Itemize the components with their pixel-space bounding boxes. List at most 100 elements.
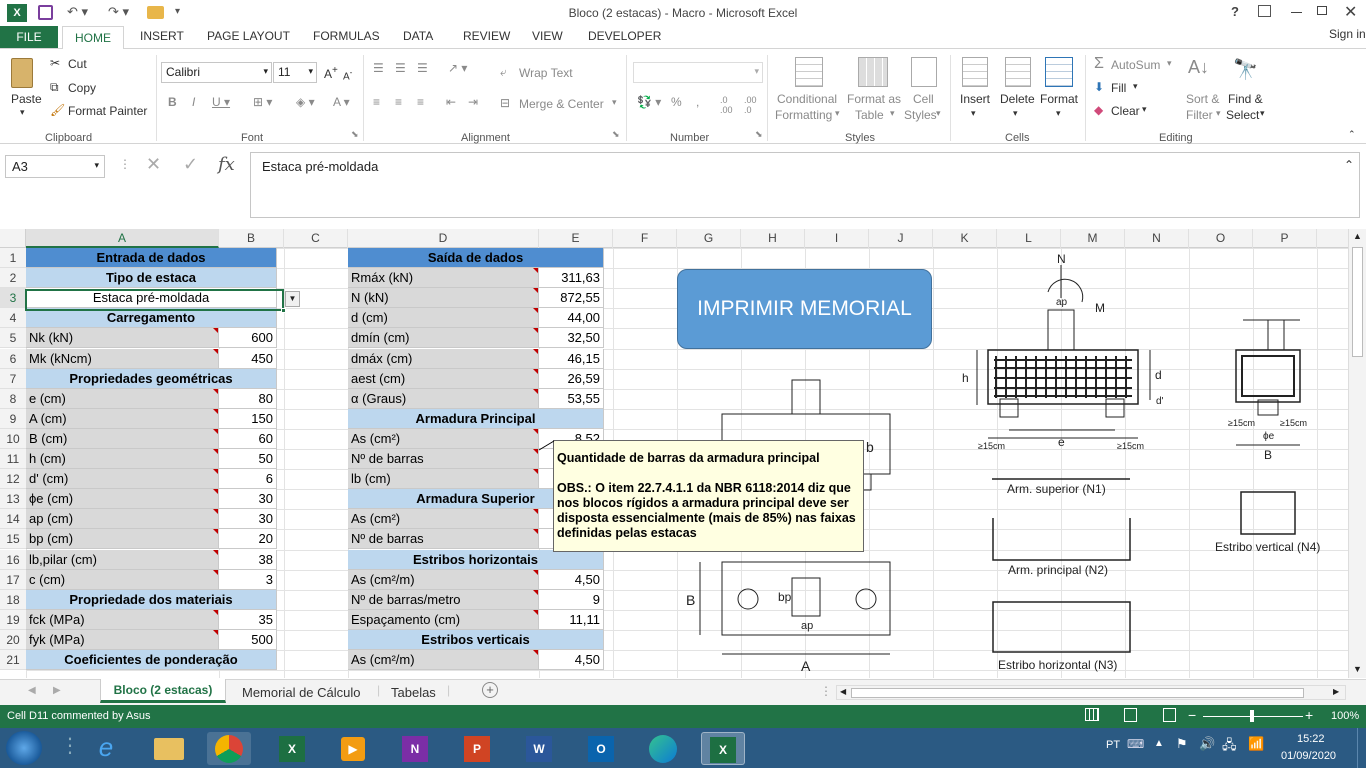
row-header-13[interactable]: 13 (0, 489, 26, 509)
row-header-16[interactable]: 16 (0, 550, 26, 570)
row-header-8[interactable]: 8 (0, 389, 26, 409)
format-as-table-dropdown-icon[interactable]: ▾ (890, 108, 895, 119)
right-label-17[interactable]: Nº de barras/metro (348, 590, 539, 610)
right-label-5[interactable]: dmáx (cm) (348, 349, 539, 369)
find-dropdown-icon[interactable]: ▾ (1260, 108, 1265, 119)
scroll-right-icon[interactable]: ▶ (1333, 687, 1339, 696)
format-painter-icon[interactable]: 🖌 (50, 103, 65, 117)
left-label-10[interactable]: h (cm) (26, 449, 219, 469)
decrease-font-icon[interactable]: A- (343, 67, 352, 82)
edge-icon[interactable] (641, 732, 685, 765)
row-header-2[interactable]: 2 (0, 268, 26, 288)
scroll-left-icon[interactable]: ◀ (840, 687, 846, 696)
comment-indicator-icon[interactable] (533, 389, 538, 394)
add-sheet-icon[interactable]: + (482, 682, 498, 698)
row-header-20[interactable]: 20 (0, 630, 26, 650)
increase-indent-icon[interactable]: ⇥ (468, 95, 478, 109)
accounting-format-icon[interactable]: 💱 ▾ (637, 95, 661, 109)
paste-dropdown-icon[interactable]: ▾ (20, 107, 25, 118)
insert-function-icon[interactable]: fx (218, 154, 235, 175)
right-value-18[interactable]: 11,11 (539, 610, 604, 630)
comment-indicator-icon[interactable] (533, 529, 538, 534)
find-select-label2[interactable]: Select (1226, 108, 1259, 122)
insert-cells-icon[interactable] (962, 57, 988, 87)
left-value-13[interactable]: 30 (219, 509, 277, 529)
row-header-1[interactable]: 1 (0, 248, 26, 268)
row-header-15[interactable]: 15 (0, 529, 26, 549)
ie-icon[interactable]: e (84, 732, 128, 765)
underline-icon[interactable]: U ▾ (212, 95, 230, 109)
show-hidden-icons[interactable]: ▲ (1154, 738, 1164, 749)
comment-indicator-icon[interactable] (213, 409, 218, 414)
right-value-1[interactable]: 311,63 (539, 268, 604, 288)
copy-button[interactable]: Copy (68, 81, 96, 95)
right-label-18[interactable]: Espaçamento (cm) (348, 610, 539, 630)
left-label-7[interactable]: e (cm) (26, 389, 219, 409)
page-layout-view-icon[interactable] (1124, 708, 1137, 722)
middle-align-icon[interactable]: ☰ (395, 61, 406, 75)
wrap-text-icon[interactable]: ⤶ (500, 65, 507, 80)
signal-icon[interactable]: 📶 (1248, 736, 1264, 752)
left-value-12[interactable]: 30 (219, 489, 277, 509)
file-explorer-icon[interactable] (147, 732, 191, 765)
tab-review[interactable]: REVIEW (463, 29, 510, 43)
row-header-18[interactable]: 18 (0, 590, 26, 610)
comment-indicator-icon[interactable] (533, 349, 538, 354)
cell-styles-dropdown-icon[interactable]: ▾ (936, 108, 941, 119)
right-header-0[interactable]: Saída de dados (348, 248, 604, 268)
comment-indicator-icon[interactable] (533, 328, 538, 333)
left-value-18[interactable]: 35 (219, 610, 277, 630)
conditional-formatting-icon[interactable] (795, 57, 823, 87)
comment-indicator-icon[interactable] (533, 570, 538, 575)
horizontal-scroll-thumb[interactable] (851, 688, 1304, 698)
row-header-17[interactable]: 17 (0, 570, 26, 590)
comment-indicator-icon[interactable] (213, 529, 218, 534)
find-select-button[interactable]: Find & (1228, 92, 1263, 106)
tab-file[interactable]: FILE (0, 26, 58, 48)
format-painter-button[interactable]: Format Painter (68, 104, 147, 118)
left-label-5[interactable]: Mk (kNcm) (26, 349, 219, 369)
left-label-12[interactable]: ϕe (cm) (26, 489, 219, 509)
left-section-6[interactable]: Propriedades geométricas (26, 369, 277, 389)
format-as-table-label2[interactable]: Table (855, 108, 884, 122)
right-label-7[interactable]: α (Graus) (348, 389, 539, 409)
column-header-g[interactable]: G (677, 229, 741, 248)
collapse-ribbon-icon[interactable]: ⌃ (1348, 129, 1356, 140)
tab-insert[interactable]: INSERT (140, 29, 184, 43)
volume-icon[interactable]: 🔊 (1199, 736, 1215, 752)
font-dialog-icon[interactable]: ⬊ (351, 129, 359, 140)
conditional-formatting-button[interactable]: Conditional (777, 92, 837, 106)
tab-formulas[interactable]: FORMULAS (313, 29, 380, 43)
tab-data[interactable]: DATA (403, 29, 433, 43)
column-header-k[interactable]: K (933, 229, 997, 248)
number-format-box[interactable]: ▾ (633, 62, 763, 83)
right-value-5[interactable]: 46,15 (539, 349, 604, 369)
column-header-e[interactable]: E (539, 229, 613, 248)
italic-icon[interactable]: I (192, 95, 195, 109)
wrap-text-button[interactable]: Wrap Text (519, 66, 573, 80)
align-left-icon[interactable]: ≡ (373, 95, 380, 109)
row-header-6[interactable]: 6 (0, 349, 26, 369)
autosum-button[interactable]: AutoSum (1111, 58, 1160, 72)
merge-dropdown-icon[interactable]: ▾ (612, 97, 617, 108)
validation-dropdown-button[interactable]: ▼ (285, 291, 300, 307)
bottom-align-icon[interactable]: ☰ (417, 61, 428, 75)
sheet-tab-memorial[interactable]: Memorial de Cálculo (242, 685, 361, 700)
name-box[interactable]: A3 ▾ (5, 155, 105, 178)
number-dialog-icon[interactable]: ⬊ (755, 129, 763, 140)
left-label-13[interactable]: ap (cm) (26, 509, 219, 529)
right-value-2[interactable]: 872,55 (539, 288, 604, 308)
tab-page-layout[interactable]: PAGE LAYOUT (207, 29, 290, 43)
left-value-10[interactable]: 50 (219, 449, 277, 469)
left-value-14[interactable]: 20 (219, 529, 277, 549)
format-cells-icon[interactable] (1045, 57, 1073, 87)
column-header-c[interactable]: C (284, 229, 348, 248)
left-value-19[interactable]: 500 (219, 630, 277, 650)
left-value-9[interactable]: 60 (219, 429, 277, 449)
left-label-14[interactable]: bp (cm) (26, 529, 219, 549)
right-value-20[interactable]: 4,50 (539, 650, 604, 670)
formula-input[interactable]: Estaca pré-moldada (250, 152, 1360, 218)
row-header-5[interactable]: 5 (0, 328, 26, 348)
confirm-entry-icon[interactable]: ✓ (183, 154, 198, 175)
comment-indicator-icon[interactable] (533, 469, 538, 474)
